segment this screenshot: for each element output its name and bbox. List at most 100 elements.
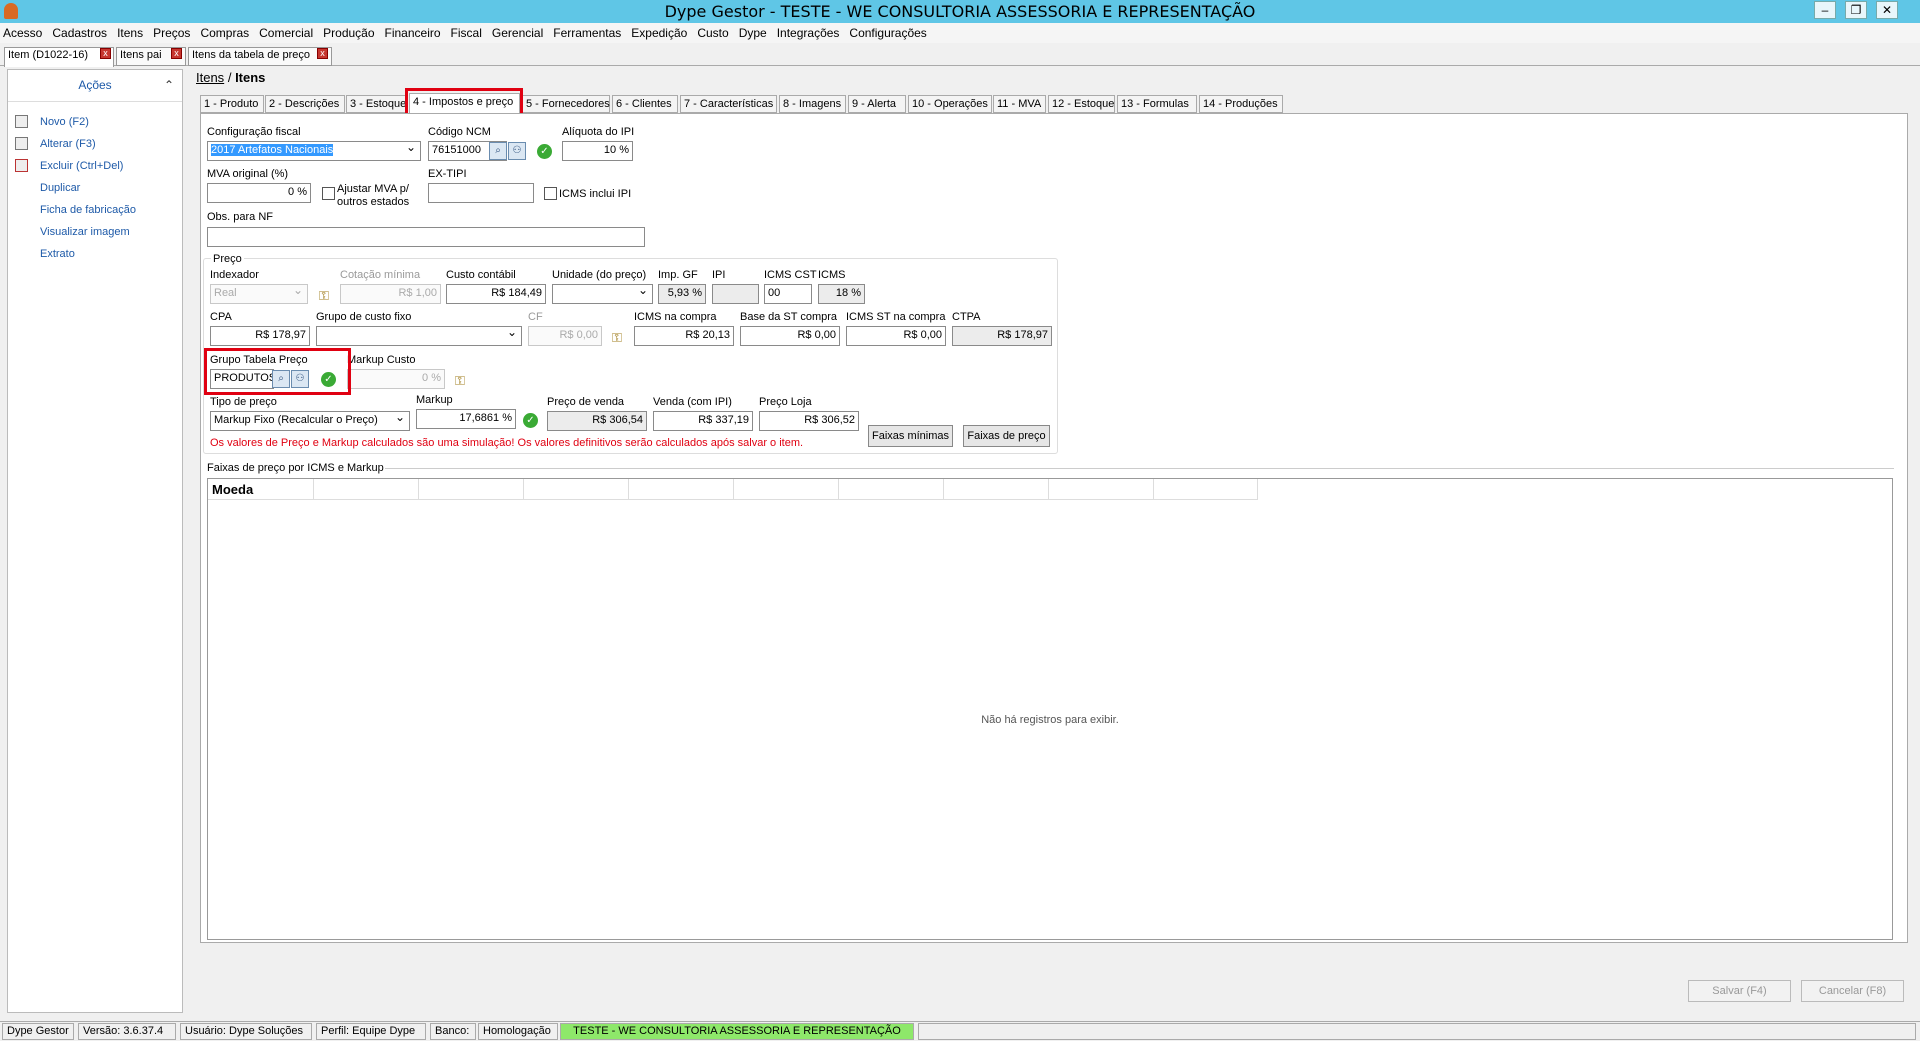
edit-icon	[15, 137, 28, 150]
close-tab-icon[interactable]: x	[171, 48, 182, 59]
custo-contabil-input[interactable]: R$ 184,49	[446, 284, 546, 304]
key-icon[interactable]: ⚿	[316, 288, 332, 304]
restore-button[interactable]: ❐	[1845, 1, 1867, 19]
icms-inclui-ipi-checkbox[interactable]	[544, 187, 557, 200]
action-ficha[interactable]: Ficha de fabricação	[40, 204, 136, 216]
grid-column[interactable]	[1049, 479, 1154, 500]
tab-operacoes[interactable]: 10 - Operações	[908, 95, 992, 113]
search-icon[interactable]: ⌕	[489, 142, 507, 160]
icms-st-input[interactable]: R$ 0,00	[846, 326, 946, 346]
markup-custo-input: 0 %	[347, 369, 445, 389]
tab-caracteristicas[interactable]: 7 - Características	[680, 95, 777, 113]
doc-tab-tabela-preco[interactable]: Itens da tabela de preço	[188, 47, 332, 66]
tab-descricoes[interactable]: 2 - Descrições	[265, 95, 345, 113]
menu-fiscal[interactable]: Fiscal	[446, 23, 487, 43]
grid-column[interactable]	[1154, 479, 1258, 500]
actions-header-label: Ações	[78, 78, 112, 92]
tab-mva[interactable]: 11 - MVA	[993, 95, 1046, 113]
cpa-input[interactable]: R$ 178,97	[210, 326, 310, 346]
faixas-minimas-button[interactable]: Faixas mínimas	[868, 425, 953, 447]
icms-inclui-ipi-label: ICMS inclui IPI	[559, 188, 632, 200]
config-fiscal-select[interactable]: 2017 Artefatos Nacionais	[207, 141, 421, 161]
tab-estoque-12[interactable]: 12 - Estoque	[1048, 95, 1115, 113]
grid-column[interactable]	[629, 479, 734, 500]
doc-tab-item[interactable]: Item (D1022-16)	[4, 47, 114, 67]
menu-precos[interactable]: Preços	[148, 23, 195, 43]
menu-gerencial[interactable]: Gerencial	[487, 23, 548, 43]
preco-loja-input[interactable]: R$ 306,52	[759, 411, 859, 431]
binoculars-icon[interactable]: ⚇	[508, 142, 526, 160]
check-icon: ✓	[537, 144, 552, 159]
tab-alerta[interactable]: 9 - Alerta	[848, 95, 906, 113]
grid-column[interactable]	[314, 479, 419, 500]
action-excluir[interactable]: Excluir (Ctrl+Del)	[40, 160, 123, 172]
ajustar-mva-checkbox[interactable]	[322, 187, 335, 200]
preco-loja-label: Preço Loja	[759, 396, 812, 408]
menu-producao[interactable]: Produção	[318, 23, 379, 43]
menu-cadastros[interactable]: Cadastros	[47, 23, 112, 43]
action-duplicar[interactable]: Duplicar	[40, 182, 80, 194]
menu-financeiro[interactable]: Financeiro	[380, 23, 446, 43]
menu-ferramentas[interactable]: Ferramentas	[548, 23, 626, 43]
tab-formulas[interactable]: 13 - Formulas	[1117, 95, 1197, 113]
save-button[interactable]: Salvar (F4)	[1688, 980, 1791, 1002]
tab-estoque[interactable]: 3 - Estoque	[346, 95, 406, 113]
unidade-label: Unidade (do preço)	[552, 269, 647, 281]
status-usuario: Usuário: Dype Soluções	[180, 1023, 312, 1040]
config-fiscal-value: 2017 Artefatos Nacionais	[211, 144, 334, 156]
tab-clientes[interactable]: 6 - Clientes	[612, 95, 678, 113]
key-icon[interactable]: ⚿	[609, 330, 625, 346]
ipi-input[interactable]: 10 %	[562, 141, 633, 161]
cotacao-label: Cotação mínima	[340, 269, 421, 281]
grid-column[interactable]	[524, 479, 629, 500]
col-moeda[interactable]: Moeda	[208, 479, 314, 500]
menu-itens[interactable]: Itens	[112, 23, 148, 43]
action-alterar[interactable]: Alterar (F3)	[40, 138, 96, 150]
breadcrumb-separator: /	[227, 70, 232, 85]
menu-expedicao[interactable]: Expedição	[626, 23, 692, 43]
faixas-preco-button[interactable]: Faixas de preço	[963, 425, 1050, 447]
unidade-select[interactable]	[552, 284, 653, 304]
action-visualizar[interactable]: Visualizar imagem	[40, 226, 130, 238]
obs-nf-input[interactable]	[207, 227, 645, 247]
new-icon	[15, 115, 28, 128]
minimize-button[interactable]: –	[1814, 1, 1836, 19]
menu-comercial[interactable]: Comercial	[254, 23, 318, 43]
collapse-chevron-icon[interactable]: ⌃	[164, 70, 174, 100]
menu-integracoes[interactable]: Integrações	[772, 23, 845, 43]
breadcrumb-link[interactable]: Itens	[196, 70, 224, 85]
tab-produto[interactable]: 1 - Produto	[200, 95, 264, 113]
tab-producoes[interactable]: 14 - Produções	[1199, 95, 1283, 113]
actions-header[interactable]: Ações ⌃	[8, 70, 182, 102]
action-novo[interactable]: Novo (F2)	[40, 116, 89, 128]
menu-configuracoes[interactable]: Configurações	[844, 23, 931, 43]
close-tab-icon[interactable]: x	[100, 48, 111, 59]
icms-cst-input[interactable]: 00	[764, 284, 812, 304]
venda-ipi-input[interactable]: R$ 337,19	[653, 411, 753, 431]
grid-column[interactable]	[839, 479, 944, 500]
cancel-button[interactable]: Cancelar (F8)	[1801, 980, 1904, 1002]
status-empresa: TESTE - WE CONSULTORIA ASSESSORIA E REPR…	[560, 1023, 914, 1040]
mva-input[interactable]: 0 %	[207, 183, 311, 203]
close-window-button[interactable]: ✕	[1876, 1, 1898, 19]
indexador-select[interactable]: Real	[210, 284, 308, 304]
base-st-input[interactable]: R$ 0,00	[740, 326, 840, 346]
close-tab-icon[interactable]: x	[317, 48, 328, 59]
menu-dype[interactable]: Dype	[734, 23, 772, 43]
grid-column[interactable]	[944, 479, 1049, 500]
tab-imagens[interactable]: 8 - Imagens	[779, 95, 846, 113]
action-extrato[interactable]: Extrato	[40, 248, 75, 260]
key-icon[interactable]: ⚿	[452, 373, 468, 389]
tipo-preco-select[interactable]: Markup Fixo (Recalcular o Preço)	[210, 411, 410, 431]
grid-column[interactable]	[734, 479, 839, 500]
markup-input[interactable]: 17,6861 %	[416, 409, 516, 429]
menu-custo[interactable]: Custo	[692, 23, 733, 43]
menu-compras[interactable]: Compras	[195, 23, 254, 43]
tab-fornecedores[interactable]: 5 - Fornecedores	[522, 95, 610, 113]
cpa-label: CPA	[210, 311, 232, 323]
icms-compra-input[interactable]: R$ 20,13	[634, 326, 734, 346]
grupo-custo-fixo-select[interactable]	[316, 326, 522, 346]
grid-column[interactable]	[419, 479, 524, 500]
menu-acesso[interactable]: Acesso	[0, 23, 47, 43]
extipi-input[interactable]	[428, 183, 534, 203]
